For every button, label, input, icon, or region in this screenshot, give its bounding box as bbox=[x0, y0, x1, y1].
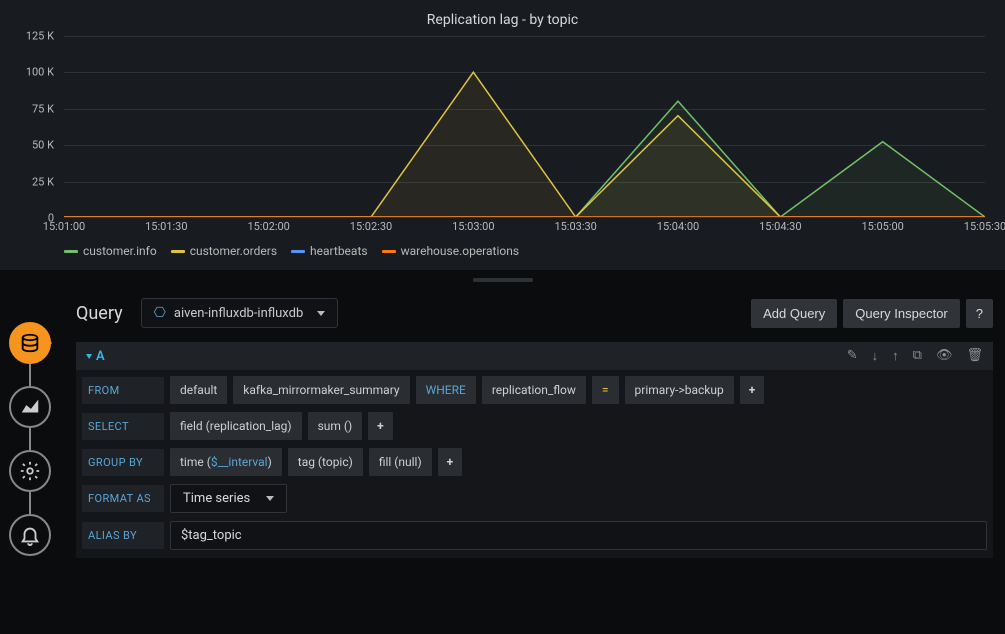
query-header: Query ⎔ aiven-influxdb-influxdb Add Quer… bbox=[64, 286, 1005, 342]
chart-title: Replication lag - by topic bbox=[12, 8, 993, 36]
help-button[interactable]: ? bbox=[966, 299, 993, 328]
groupby-time-seg[interactable]: time ($__interval) bbox=[170, 448, 282, 476]
chart-panel: Replication lag - by topic 025 K50 K75 K… bbox=[0, 0, 1005, 270]
query-inspector-button[interactable]: Query Inspector bbox=[843, 299, 960, 328]
chevron-down-icon bbox=[86, 354, 92, 359]
datasource-icon: ⎔ bbox=[154, 305, 166, 321]
tab-alert-icon[interactable] bbox=[9, 514, 51, 556]
x-tick: 15:01:00 bbox=[43, 220, 85, 233]
legend-swatch bbox=[382, 250, 396, 253]
rail-connector bbox=[29, 492, 31, 514]
groupby-row: GROUP BY time ($__interval) tag (topic) … bbox=[76, 444, 993, 480]
chart-legend: customer.info customer.orders heartbeats wa… bbox=[12, 236, 993, 258]
format-label: FORMAT AS bbox=[82, 485, 164, 512]
groupby-add-button[interactable]: + bbox=[438, 448, 463, 476]
legend-item[interactable]: heartbeats bbox=[291, 244, 368, 258]
x-tick: 15:04:00 bbox=[657, 220, 699, 233]
y-axis: 025 K50 K75 K100 K125 K bbox=[12, 36, 60, 218]
x-tick: 15:03:00 bbox=[452, 220, 494, 233]
groupby-label: GROUP BY bbox=[82, 449, 164, 476]
alias-row: ALIAS BY bbox=[76, 517, 993, 554]
datasource-name: aiven-influxdb-influxdb bbox=[174, 306, 303, 321]
legend-label: warehouse.operations bbox=[401, 244, 519, 258]
edit-icon[interactable]: ✎ bbox=[847, 348, 858, 364]
tab-queries-icon[interactable] bbox=[9, 322, 51, 364]
toggle-visibility-icon[interactable]: 👁 bbox=[936, 348, 953, 364]
move-down-icon[interactable]: ↓ bbox=[872, 348, 879, 364]
legend-item[interactable]: warehouse.operations bbox=[382, 244, 519, 258]
where-tagkey-seg[interactable]: replication_flow bbox=[482, 376, 586, 404]
from-label: FROM bbox=[82, 377, 164, 404]
select-field-seg[interactable]: field (replication_lag) bbox=[170, 412, 302, 440]
where-add-button[interactable]: + bbox=[740, 376, 765, 404]
add-query-button[interactable]: Add Query bbox=[751, 299, 837, 328]
chevron-down-icon bbox=[317, 311, 325, 316]
format-value: Time series bbox=[183, 491, 250, 506]
duplicate-icon[interactable]: ⧉ bbox=[913, 348, 922, 364]
groupby-tag-seg[interactable]: tag (topic) bbox=[288, 448, 363, 476]
legend-swatch bbox=[64, 250, 78, 253]
where-tagval-seg[interactable]: primary->backup bbox=[625, 376, 734, 404]
legend-swatch bbox=[171, 250, 185, 253]
legend-label: heartbeats bbox=[310, 244, 368, 258]
move-up-icon[interactable]: ↑ bbox=[892, 348, 899, 364]
datasource-picker[interactable]: ⎔ aiven-influxdb-influxdb bbox=[141, 298, 339, 328]
select-add-button[interactable]: + bbox=[368, 412, 393, 440]
chart-lines bbox=[64, 36, 985, 217]
tab-visualization-icon[interactable] bbox=[9, 386, 51, 428]
from-measurement-seg[interactable]: kafka_mirrormaker_summary bbox=[233, 376, 409, 404]
y-tick: 75 K bbox=[32, 102, 54, 115]
legend-item[interactable]: customer.info bbox=[64, 244, 157, 258]
format-select[interactable]: Time series bbox=[170, 484, 287, 513]
query-body: FROM default kafka_mirrormaker_summary W… bbox=[76, 370, 993, 558]
query-section-title: Query bbox=[76, 303, 123, 324]
y-tick: 50 K bbox=[32, 139, 54, 152]
query-ref-label: A bbox=[86, 349, 105, 364]
groupby-fill-seg[interactable]: fill (null) bbox=[369, 448, 432, 476]
chevron-down-icon bbox=[266, 496, 274, 501]
x-tick: 15:02:00 bbox=[247, 220, 289, 233]
alias-label: ALIAS BY bbox=[82, 522, 164, 549]
rail-connector bbox=[29, 428, 31, 450]
y-tick: 25 K bbox=[32, 175, 54, 188]
select-agg-seg[interactable]: sum () bbox=[308, 412, 363, 440]
x-tick: 15:05:30 bbox=[964, 220, 1005, 233]
x-tick: 15:05:00 bbox=[861, 220, 903, 233]
x-tick: 15:03:30 bbox=[554, 220, 596, 233]
y-tick: 100 K bbox=[26, 66, 54, 79]
query-row-actions: ✎ ↓ ↑ ⧉ 👁 🗑 bbox=[847, 348, 983, 364]
rail-connector bbox=[29, 364, 31, 386]
x-tick: 15:01:30 bbox=[145, 220, 187, 233]
editor-side-rail bbox=[6, 322, 54, 556]
x-tick: 15:02:30 bbox=[350, 220, 392, 233]
query-header-actions: Add Query Query Inspector ? bbox=[751, 299, 993, 328]
format-row: FORMAT AS Time series bbox=[76, 480, 993, 517]
chart-area[interactable]: 025 K50 K75 K100 K125 K 15:01:0015:01:30… bbox=[12, 36, 993, 236]
resize-handle[interactable] bbox=[473, 278, 533, 282]
legend-label: customer.info bbox=[83, 244, 157, 258]
tab-settings-icon[interactable] bbox=[9, 450, 51, 492]
remove-icon[interactable]: 🗑 bbox=[966, 348, 983, 364]
legend-item[interactable]: customer.orders bbox=[171, 244, 277, 258]
x-tick: 15:04:30 bbox=[759, 220, 801, 233]
legend-swatch bbox=[291, 250, 305, 253]
x-axis: 15:01:0015:01:3015:02:0015:02:3015:03:00… bbox=[64, 220, 985, 236]
select-row: SELECT field (replication_lag) sum () + bbox=[76, 408, 993, 444]
query-row-header[interactable]: A ✎ ↓ ↑ ⧉ 👁 🗑 bbox=[76, 342, 993, 370]
legend-label: customer.orders bbox=[190, 244, 277, 258]
alias-input[interactable] bbox=[170, 521, 987, 550]
where-keyword: WHERE bbox=[416, 376, 476, 404]
where-op-seg[interactable]: = bbox=[592, 376, 619, 404]
y-tick: 125 K bbox=[26, 30, 54, 43]
from-policy-seg[interactable]: default bbox=[170, 376, 227, 404]
query-editor: Query ⎔ aiven-influxdb-influxdb Add Quer… bbox=[0, 286, 1005, 558]
from-row: FROM default kafka_mirrormaker_summary W… bbox=[76, 372, 993, 408]
chart-plot[interactable] bbox=[64, 36, 985, 218]
select-label: SELECT bbox=[82, 413, 164, 440]
